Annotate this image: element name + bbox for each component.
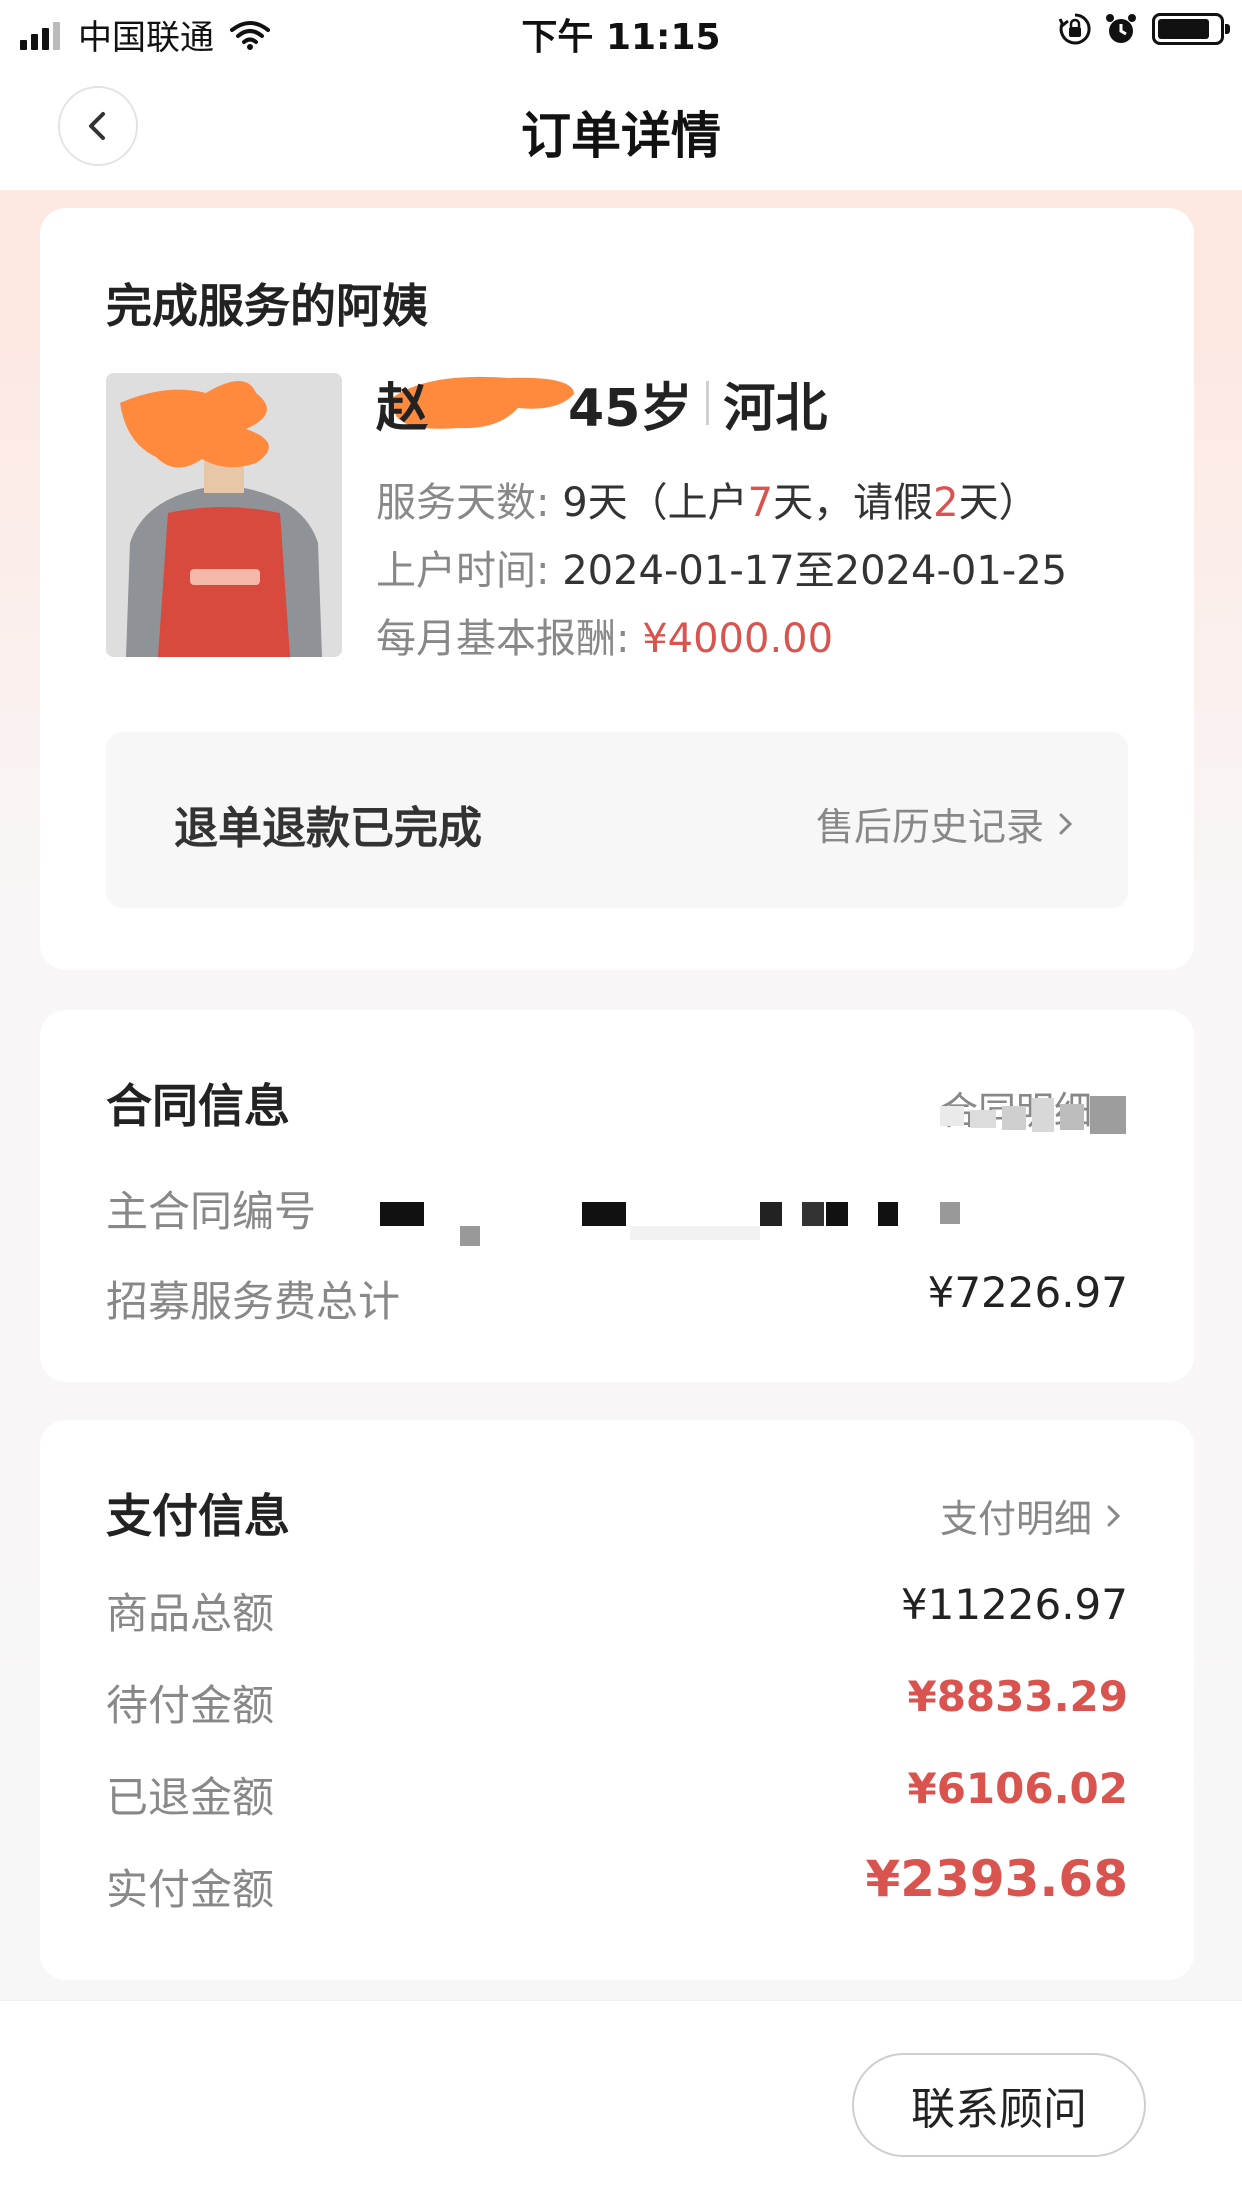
onsite-days: 7 [747,480,774,526]
onsite-time-row: 上户时间: 2024-01-17至2024-01-25 [376,538,1067,596]
page-title: 订单详情 [521,107,721,165]
leave-days: 2 [933,480,959,526]
contract-number-redaction [380,1192,1170,1252]
refund-status-text: 退单退款已完成 [174,803,482,854]
paid-amount-value: ¥2393.68 [865,1850,1128,1908]
contact-advisor-button[interactable]: 联系顾问 [852,2053,1146,2157]
chevron-right-icon [1107,1505,1121,1526]
refunded-amount-label: 已退金额 [106,1773,275,1822]
onsite-time-value: 2024-01-17至2024-01-25 [562,548,1068,594]
ayi-section-title: 完成服务的阿姨 [106,279,428,333]
contract-number-label: 主合同编号 [106,1187,317,1236]
nav-bar: 订单详情 [0,64,1242,190]
ayi-origin: 河北 [723,378,828,439]
payment-detail-label: 支付明细 [939,1497,1092,1541]
ayi-head: 赵 45岁 河北 [376,368,828,439]
payment-card: 支付信息 支付明细 商品总额 ¥11226.97 待付金额 ¥8833.29 已… [40,1420,1194,1980]
contract-section-title: 合同信息 [106,1079,290,1133]
ayi-name: 赵 [376,378,429,439]
ayi-card: 完成服务的阿姨 赵 45岁 河北 服务天数: 9天（上户7天，请假2天） 上户时… [40,208,1194,970]
ayi-age: 45岁 [568,378,693,439]
middle-text: 天，请假 [773,480,934,526]
service-days-label: 服务天数: [376,480,550,526]
goods-total-label: 商品总额 [106,1589,275,1638]
contract-card: 合同信息 合同明细 主合同编号 招募服务费总计 ¥7226.97 [40,1010,1194,1382]
after-sale-history-label: 售后历史记录 [815,805,1044,849]
salary-value: ¥4000.00 [642,616,834,662]
bottom-bar: 联系顾问 [0,2000,1242,2208]
service-days-value: 9天（上户 [562,480,748,526]
end-text: 天） [958,480,1039,526]
goods-total-value: ¥11226.97 [900,1580,1128,1629]
service-days-row: 服务天数: 9天（上户7天，请假2天） [376,470,1039,528]
chevron-right-icon [1059,813,1073,834]
orientation-lock-icon [1058,13,1091,45]
divider [706,381,710,425]
status-right [1046,12,1230,46]
pending-amount-label: 待付金额 [106,1681,275,1730]
payment-section-title: 支付信息 [106,1489,290,1543]
recruit-fee-label: 招募服务费总计 [106,1277,401,1326]
salary-row: 每月基本报酬: ¥4000.00 [376,606,833,664]
battery-icon [1152,13,1230,45]
paid-amount-label: 实付金额 [106,1865,275,1914]
alarm-icon [1106,14,1136,43]
refunded-amount-value: ¥6106.02 [907,1764,1128,1813]
recruit-fee-value: ¥7226.97 [927,1268,1128,1317]
salary-label: 每月基本报酬: [376,616,630,662]
link-mosaic [940,1096,1130,1136]
status-bar: 中国联通 下午 11:15 [0,0,1242,64]
ayi-photo[interactable] [106,373,342,657]
refund-status-box: 退单退款已完成 售后历史记录 [106,732,1128,908]
ayi-photo-image [106,373,342,657]
after-sale-history-link[interactable]: 售后历史记录 [816,796,1080,851]
pending-amount-value: ¥8833.29 [907,1672,1128,1721]
onsite-time-label: 上户时间: [376,548,550,594]
payment-detail-link[interactable]: 支付明细 [940,1488,1128,1543]
